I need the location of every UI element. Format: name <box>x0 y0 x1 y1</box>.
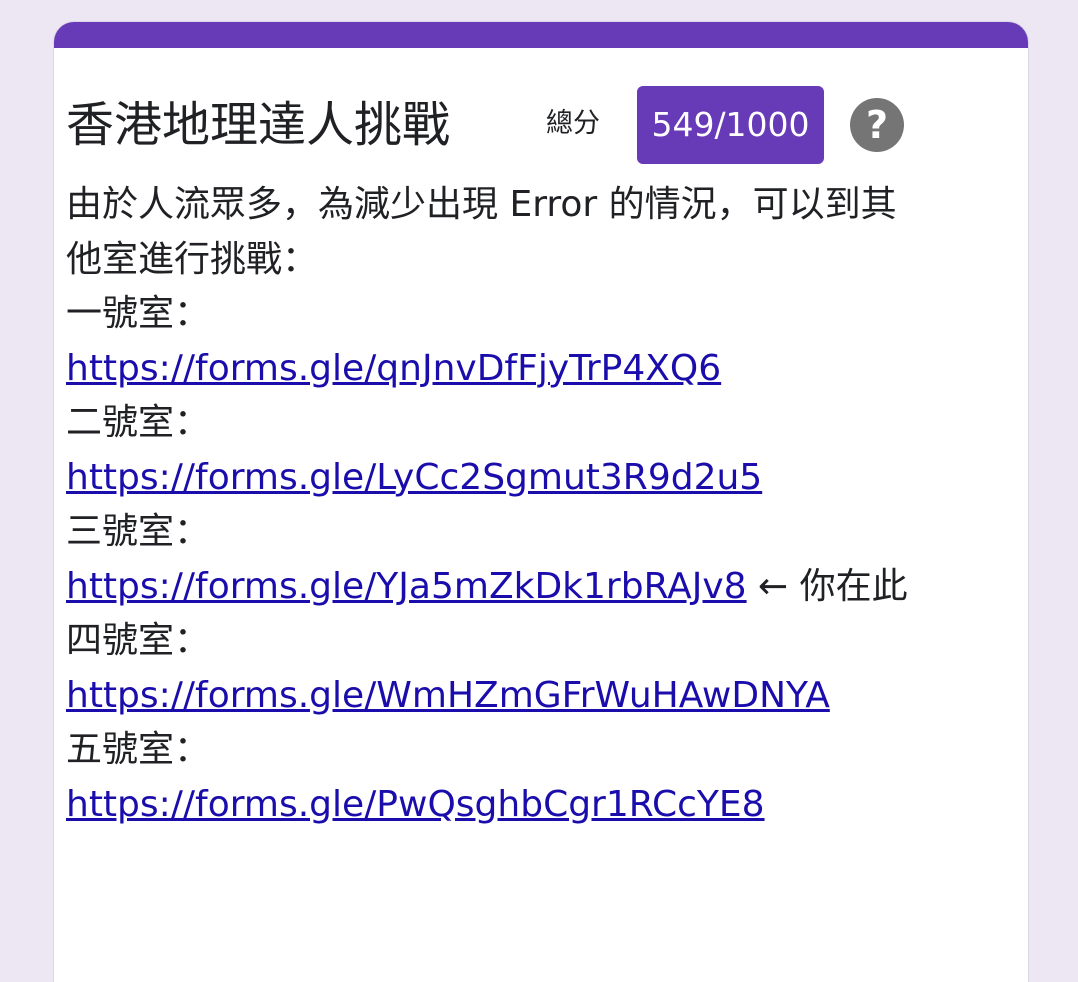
room-label: 五號室： <box>66 729 211 770</box>
room-link-line: https://forms.gle/qnJnvDfFjyTrP4XQ6 <box>66 342 926 397</box>
card-accent-bar <box>54 22 1028 48</box>
room-link[interactable]: https://forms.gle/PwQsghbCgr1RCcYE8 <box>66 784 765 825</box>
room-link-line: https://forms.gle/YJa5mZkDk1rbRAJv8 ← 你在… <box>66 560 926 615</box>
description-intro: 由於人流眾多，為減少出現 Error 的情況，可以到其他室進行挑戰： <box>66 184 897 280</box>
form-header: 香港地理達人挑戰 總分 549/1000 ? <box>66 84 926 166</box>
room-link[interactable]: https://forms.gle/WmHZmGFrWuHAwDNYA <box>66 675 830 716</box>
room-label: 四號室： <box>66 620 211 661</box>
room-note-you-are-here: ← 你在此 <box>746 565 908 607</box>
room-label: 三號室： <box>66 511 211 552</box>
room-link[interactable]: https://forms.gle/YJa5mZkDk1rbRAJv8 <box>66 566 747 607</box>
score-label: 總分 <box>546 108 600 139</box>
form-title: 香港地理達人挑戰 <box>66 97 451 153</box>
room-link-line: https://forms.gle/LyCc2Sgmut3R9d2u5 <box>66 451 926 506</box>
room-label: 一號室： <box>66 293 211 334</box>
form-description: 由於人流眾多，為減少出現 Error 的情況，可以到其他室進行挑戰： 一號室： … <box>66 178 926 832</box>
room-link[interactable]: https://forms.gle/LyCc2Sgmut3R9d2u5 <box>66 457 762 498</box>
room-label: 二號室： <box>66 402 211 443</box>
room-link[interactable]: https://forms.gle/qnJnvDfFjyTrP4XQ6 <box>66 348 721 389</box>
room-link-line: https://forms.gle/PwQsghbCgr1RCcYE8 <box>66 778 926 833</box>
score-badge: 549/1000 <box>637 86 824 164</box>
room-link-line: https://forms.gle/WmHZmGFrWuHAwDNYA <box>66 669 926 724</box>
help-circle-icon[interactable]: ? <box>850 98 904 152</box>
